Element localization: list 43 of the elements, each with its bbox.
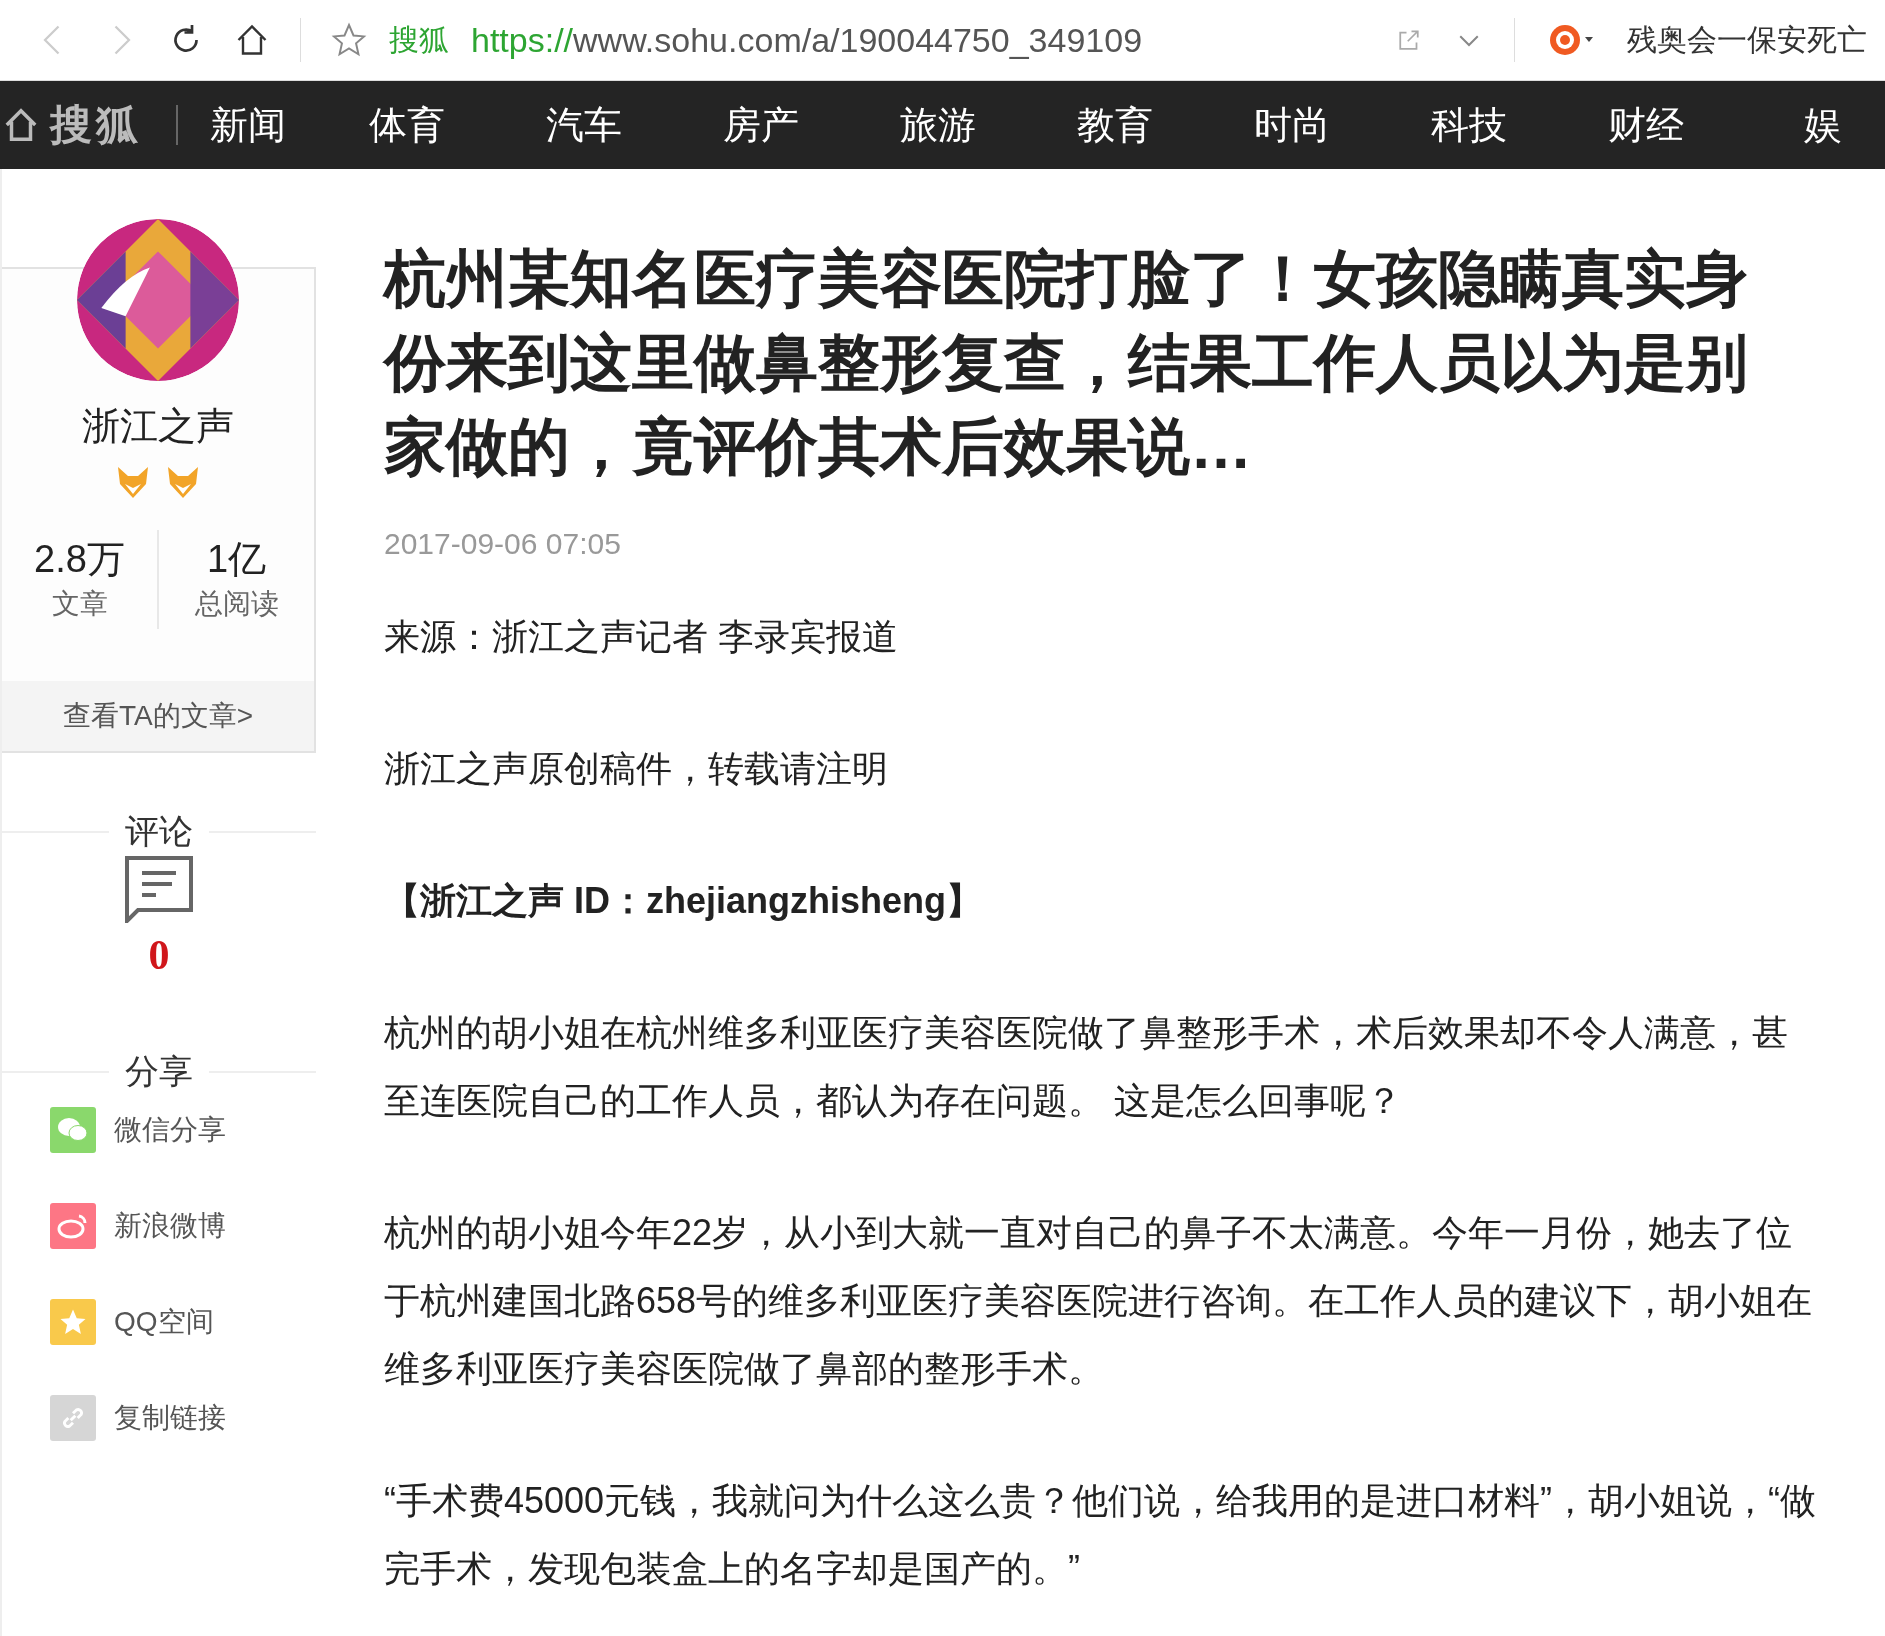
share-option[interactable]: 复制链接 [50,1395,316,1441]
share-heading: 分享 [125,1051,193,1092]
nav-link[interactable]: 财经 [1557,99,1734,151]
fox-badge-icon [115,464,151,500]
share-option[interactable]: 微信分享 [50,1107,316,1153]
share-option[interactable]: 新浪微博 [50,1203,316,1249]
article-title: 杭州某知名医疗美容医院打脸了！女孩隐瞒真实身份来到这里做鼻整形复查，结果工作人员以为是别家做的，竟评价其术后效果说… [384,243,1749,483]
article-paragraph: “手术费45000元钱，我就问为什么这么贵？他们说，给我用的是进口材料”，胡小姐说，“做完手术，发现包装盒上的名字却是国产的。” [384,1479,1818,1591]
article-paragraph: 杭州的胡小姐在杭州维多利亚医疗美容医院做了鼻整形手术，术后效果却不令人满意，甚至连医院自己的工作人员，都认为存在问题。 这是怎么回事呢？ [384,1011,1789,1123]
article-paragraph: 浙江之声原创稿件，转载请注明 [384,747,889,791]
publish-date: 2017-09-06 07:05 [384,527,622,561]
fox-badge-icon [165,464,201,500]
stat-value: 2.8万 [34,537,125,582]
share-label: 微信分享 [114,1113,226,1147]
share-option[interactable]: QQ空间 [50,1299,316,1345]
nav-link[interactable]: 娱 [1734,99,1885,151]
author-articles-link[interactable]: 查看TA的文章> [2,681,314,751]
address-url[interactable]: https://www.sohu.com/a/190044750_349109 [471,20,1143,60]
author-name[interactable]: 浙江之声 [82,401,234,452]
article-paragraph: 杭州的胡小姐今年22岁，从小到大就一直对自己的鼻子不太满意。今年一月份，她去了位于杭州建国北路658号的维多利亚医疗美容医院进行咨询。在工作人员的建议下，胡小姐在维多利亚医疗美容医院做了鼻部的整形手术。 [384,1211,1814,1391]
share-label: 新浪微博 [114,1209,226,1243]
stat-value: 1亿 [206,537,267,582]
comment-count: 0 [148,931,170,979]
share-label: QQ空间 [114,1305,214,1339]
site-label: 搜狐 [389,21,449,58]
comment-icon[interactable] [124,855,194,923]
nav-link[interactable]: 体育 [318,99,495,151]
highlight-paragraph: 【浙江之声 ID：zhejiangzhisheng】 [384,879,984,923]
comments-heading: 评论 [125,811,193,852]
nav-link[interactable]: 教育 [1026,99,1203,151]
stat-label: 文章 [51,587,108,621]
star-icon[interactable] [331,22,367,58]
nav-link[interactable]: 汽车 [495,99,672,151]
site-logo[interactable]: 搜狐 [2,105,178,145]
nav-link[interactable]: 房产 [672,99,849,151]
nav-link[interactable]: 旅游 [849,99,1026,151]
article-paragraph: 来源：浙江之声记者 李录宾报道 [384,615,899,659]
nav-link[interactable]: 新闻 [178,99,318,151]
hot-search-text[interactable]: 残奥会一保安死亡 [1627,19,1867,61]
share-label: 复制链接 [114,1401,226,1435]
stat-label: 总阅读 [194,587,279,621]
nav-link[interactable]: 科技 [1380,99,1557,151]
nav-link[interactable]: 时尚 [1203,99,1380,151]
